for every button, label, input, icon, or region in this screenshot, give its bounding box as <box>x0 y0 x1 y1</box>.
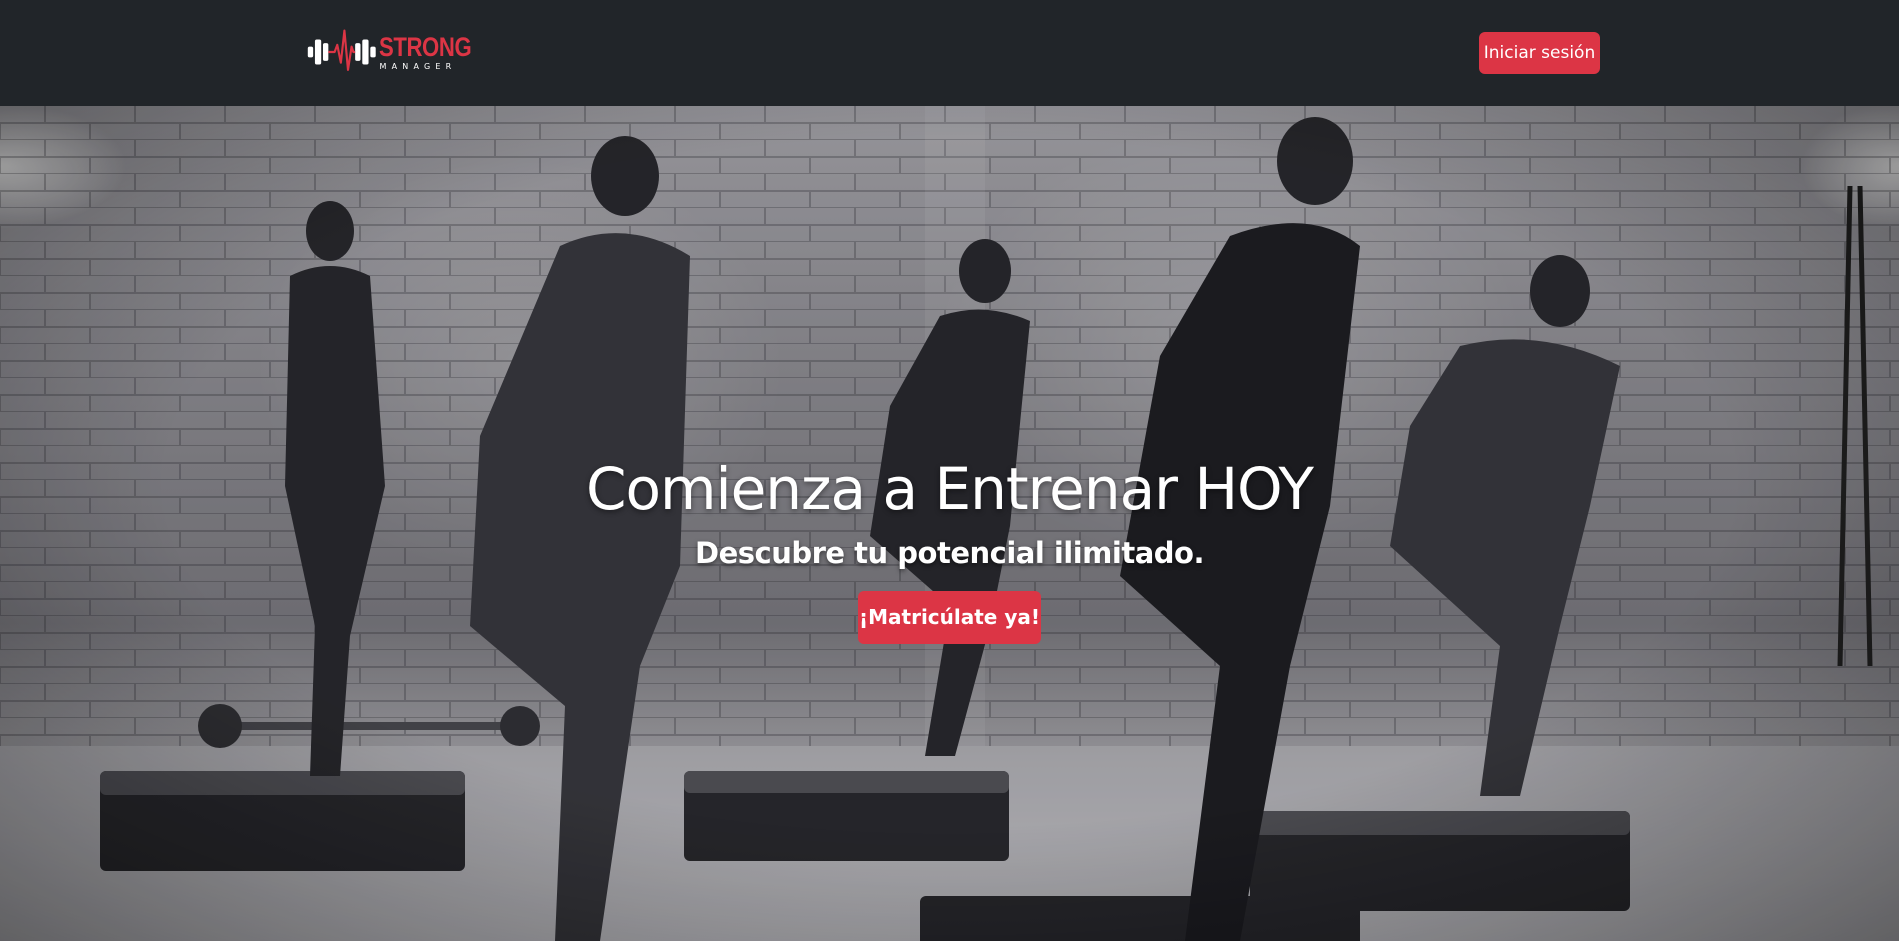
navbar: STRONG MANAGER Iniciar sesión <box>0 0 1899 106</box>
hero-title: Comienza a Entrenar HOY <box>586 455 1314 523</box>
dumbbell-heartbeat-icon <box>307 29 376 71</box>
login-button[interactable]: Iniciar sesión <box>1479 32 1600 74</box>
brand-subtitle: MANAGER <box>379 61 457 71</box>
brand-text: STRONG MANAGER <box>379 31 492 71</box>
hero-content: Comienza a Entrenar HOY Descubre tu pote… <box>0 455 1899 644</box>
brand-logo[interactable]: STRONG MANAGER <box>306 24 492 80</box>
hero-subtitle: Descubre tu potencial ilimitado. <box>695 535 1204 570</box>
brand-name: STRONG <box>379 31 472 62</box>
enroll-now-button[interactable]: ¡Matricúlate ya! <box>858 590 1041 644</box>
hero-section: Comienza a Entrenar HOY Descubre tu pote… <box>0 106 1899 941</box>
